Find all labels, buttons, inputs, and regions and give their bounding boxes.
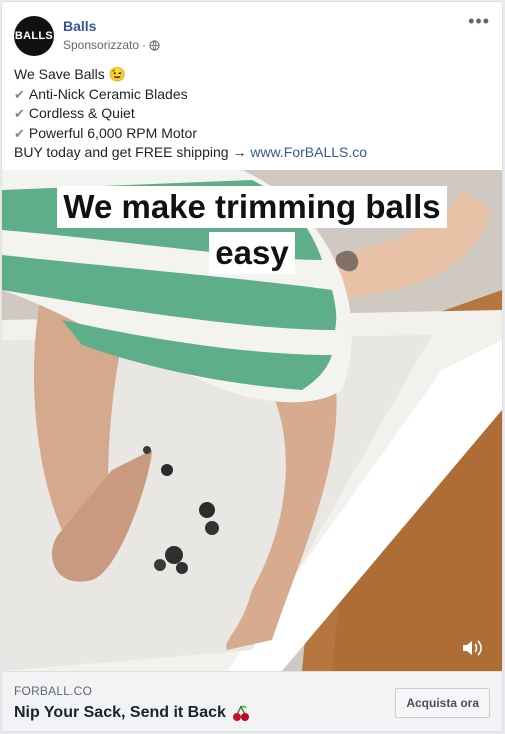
caption-line-2: easy: [209, 232, 295, 274]
video-player[interactable]: We make trimming balls easy: [2, 170, 502, 671]
post-text-cta: BUY today and get FREE shipping → www.Fo…: [14, 144, 368, 160]
post-text-intro: We Save Balls 😉: [14, 66, 127, 82]
post-header: BALLS Balls Sponsorizzato · •••: [14, 12, 490, 58]
sponsored-label[interactable]: Sponsorizzato: [63, 38, 139, 52]
check-icon: ✔: [14, 86, 25, 102]
video-caption: We make trimming balls easy: [47, 186, 457, 274]
meta-separator: ·: [142, 38, 147, 52]
globe-icon: [149, 39, 160, 51]
website-link[interactable]: www.ForBALLS.co: [250, 144, 367, 160]
post-text: We Save Balls 😉 ✔ Anti-Nick Ceramic Blade…: [14, 65, 490, 163]
link-headline[interactable]: Nip Your Sack, Send it Back: [14, 704, 250, 722]
check-icon: ✔: [14, 106, 25, 121]
page-avatar[interactable]: BALLS: [14, 16, 54, 56]
check-icon: ✔: [14, 125, 25, 141]
link-preview-footer[interactable]: FORBALL.CO Nip Your Sack, Send it Back A…: [2, 671, 502, 731]
shop-now-button[interactable]: Acquista ora: [395, 688, 490, 718]
sponsored-meta: Sponsorizzato ·: [63, 38, 160, 52]
page-name-link[interactable]: Balls: [63, 18, 96, 34]
caption-line-1: We make trimming balls: [57, 186, 447, 228]
post-text-bullet: ✔ Cordless & Quiet: [14, 105, 135, 121]
link-domain: FORBALL.CO: [14, 684, 93, 698]
sponsored-post-card: BALLS Balls Sponsorizzato · ••• We Save …: [1, 1, 503, 732]
more-options-icon[interactable]: •••: [468, 12, 490, 30]
cherry-icon: [232, 705, 249, 721]
post-text-bullet: ✔ Powerful 6,000 RPM Motor: [14, 124, 197, 141]
speaker-icon[interactable]: [462, 639, 484, 657]
post-text-bullet: ✔ Anti-Nick Ceramic Blades: [14, 85, 188, 102]
